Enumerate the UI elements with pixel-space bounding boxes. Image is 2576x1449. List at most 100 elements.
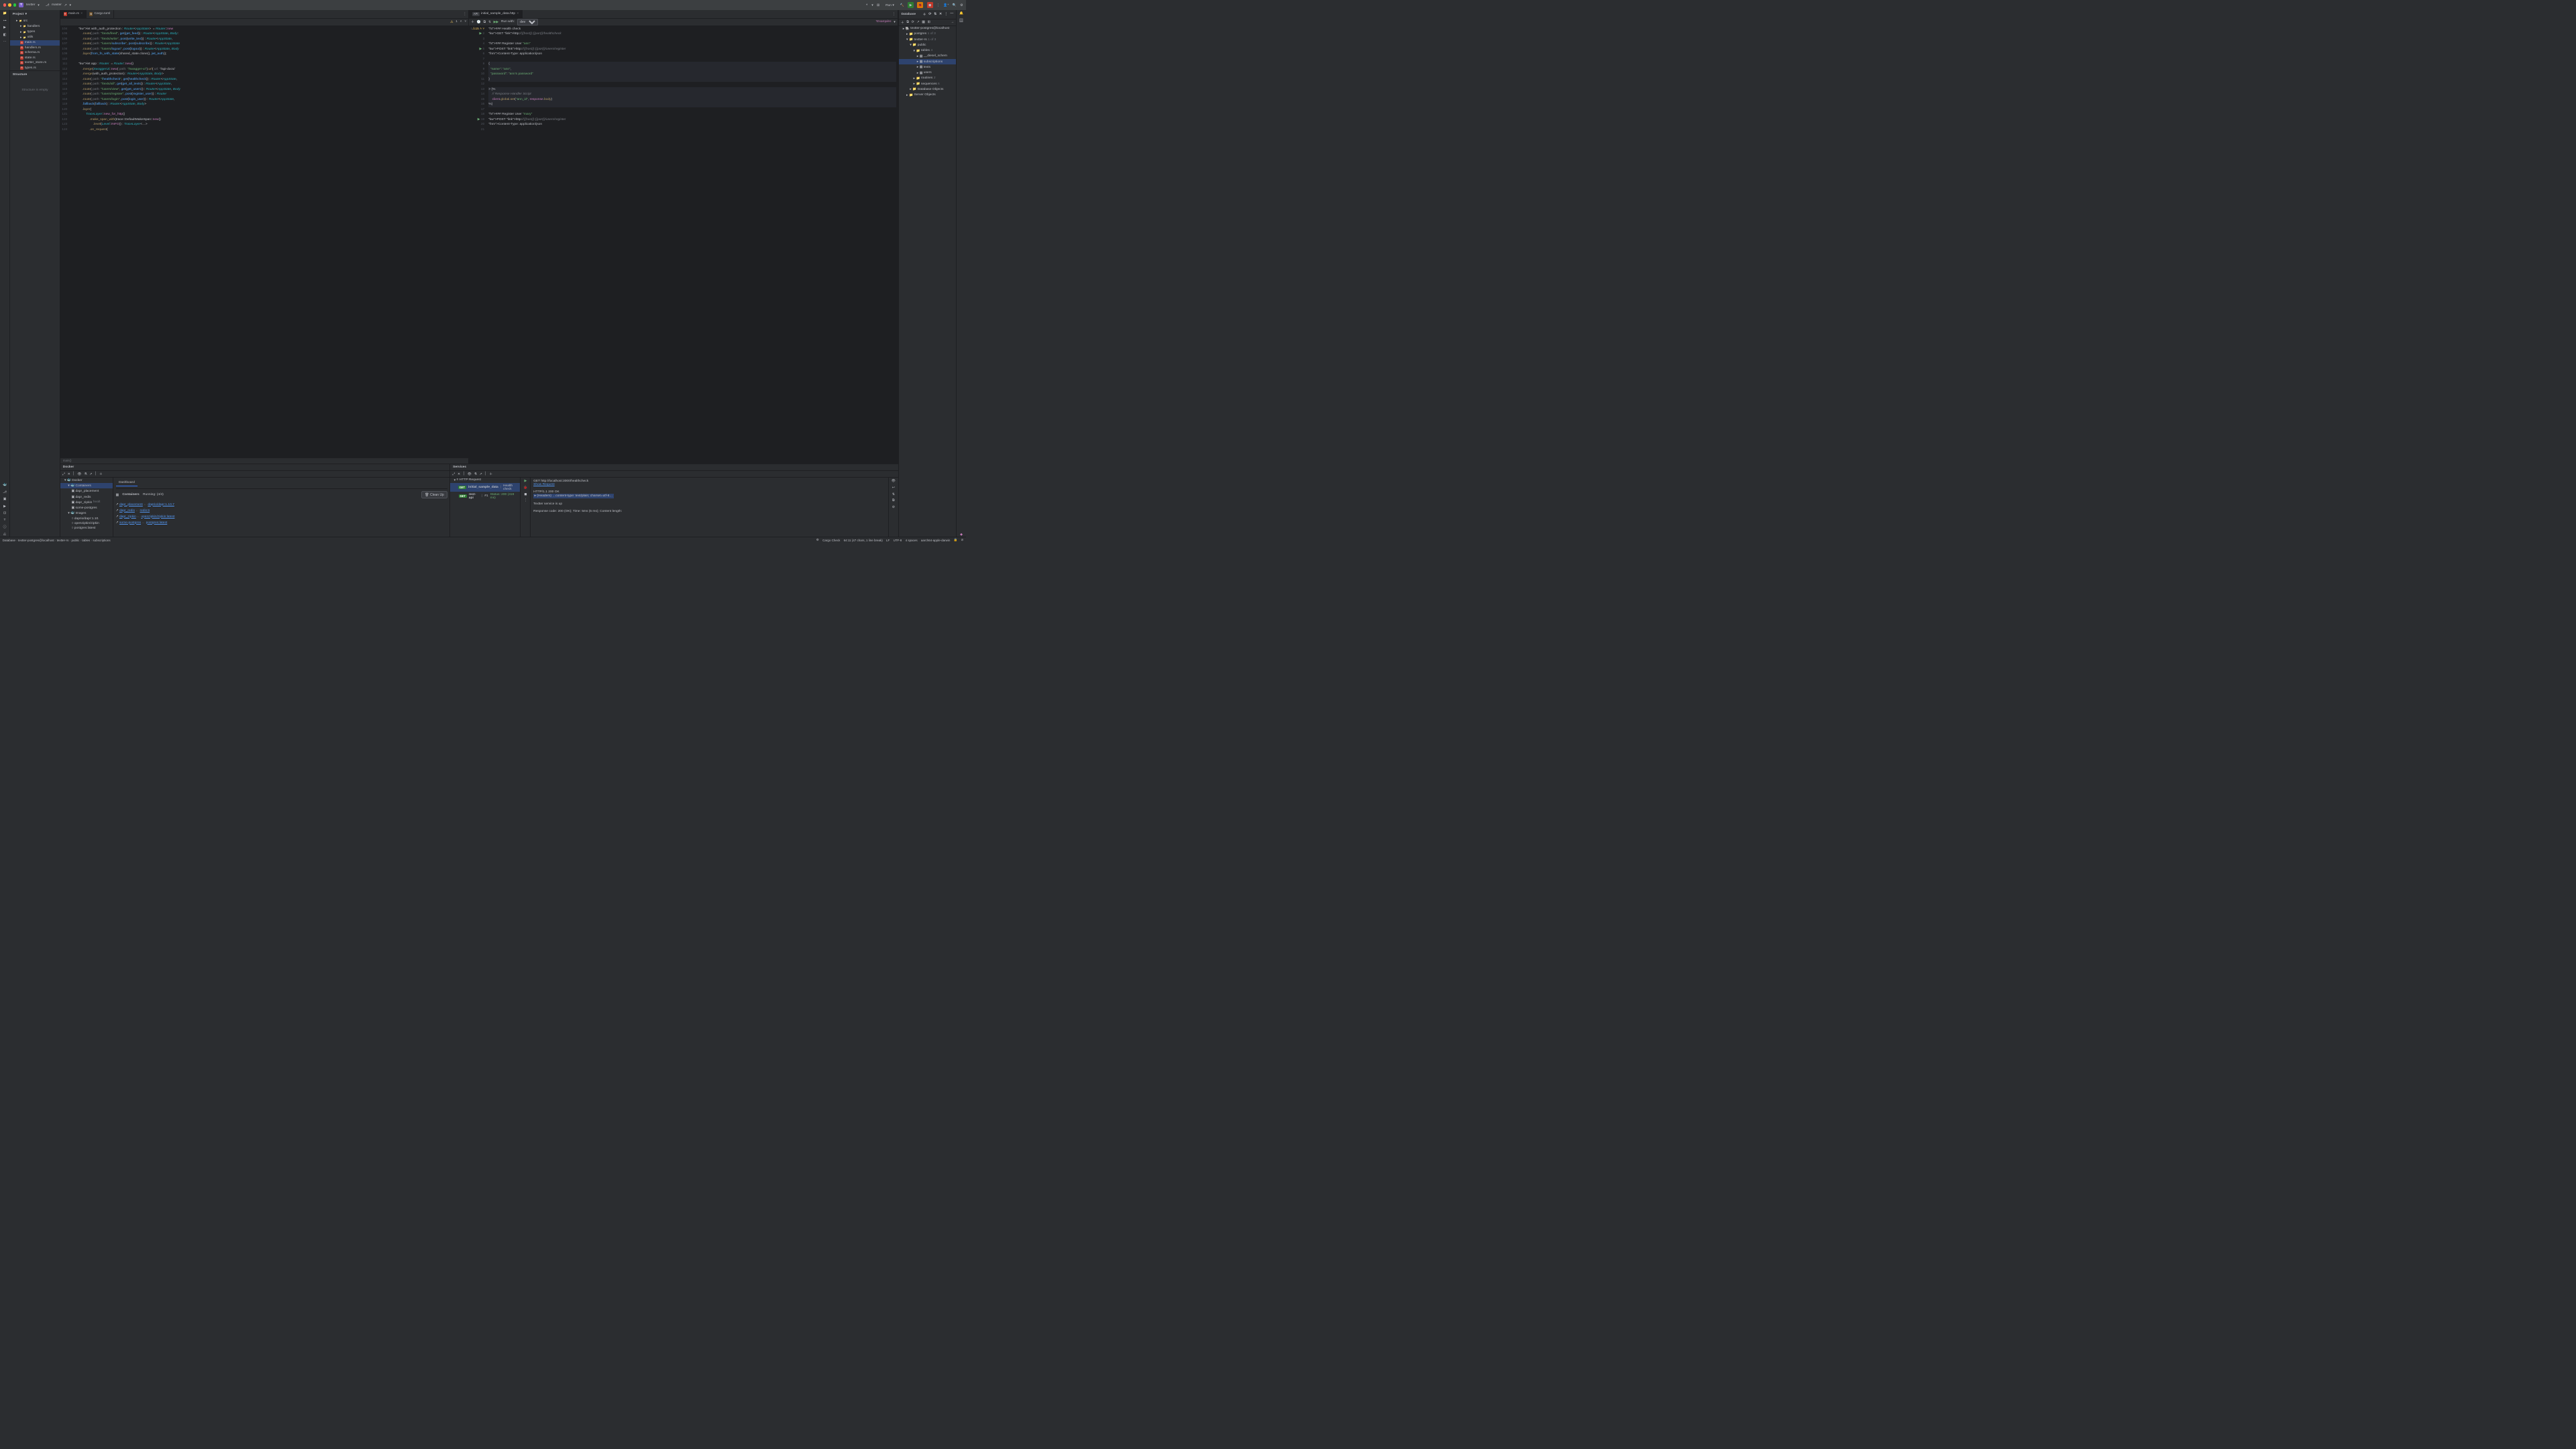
docker-node-dapr_redis[interactable]: ▣ dapr_redis (60, 494, 113, 500)
add-request-icon[interactable]: ＋ (471, 19, 474, 24)
services-tree[interactable]: ▾ ≡ HTTP Request GET initial_sample_data… (450, 478, 521, 537)
clean-up-button[interactable]: 🗑 Clean Up (421, 491, 447, 498)
db-item-textter-postgres@localhost[interactable]: ▸ 🐘 textter-postgres@localhost (899, 26, 956, 32)
project-item-state.rs[interactable]: R state.rs (10, 56, 60, 61)
debug-icon[interactable]: 🐞 (523, 486, 527, 490)
save-icon[interactable]: ⊘ (892, 505, 895, 509)
project-tree[interactable]: ▸ 📁 src▸ 📁 handlers▸ 📁 types▸ 📁 utilsR m… (10, 18, 60, 70)
eye-icon[interactable]: 👁 (468, 472, 472, 476)
caret-position[interactable]: 64:11 (47 chars, 1 line break) (844, 539, 883, 542)
sync-icon[interactable]: ⇅ (934, 12, 936, 17)
settings-icon[interactable]: ⚙ (960, 3, 963, 7)
project-item-handlers[interactable]: ▸ 📁 handlers (10, 23, 60, 29)
project-item-types.rs[interactable]: R types.rs (10, 66, 60, 71)
database-tree[interactable]: ▸ 🐘 textter-postgres@localhost▸ 📁 postgr… (899, 26, 956, 98)
project-tool-icon[interactable]: 📁 (3, 11, 7, 15)
wrap-icon[interactable]: ↩ (892, 486, 895, 490)
close-icon[interactable]: × (80, 12, 83, 15)
db-item-Database Objects[interactable]: ▸ 📁 Database Objects (899, 87, 956, 92)
container-row[interactable]: ↗ some-postgres ← postgres:latest (116, 519, 447, 525)
refresh-icon[interactable]: ⟳ (928, 12, 931, 17)
service-row-initial_sample_data[interactable]: GET initial_sample_data | Health check (450, 483, 520, 492)
vcs-tool-icon[interactable]: ⎌ (3, 533, 6, 537)
copy-icon[interactable]: ⧉ (484, 20, 486, 24)
encoding[interactable]: UTF-8 (894, 539, 902, 542)
external-icon[interactable]: ↗ (480, 472, 482, 476)
commit-tool-icon[interactable]: ⊶ (3, 19, 7, 23)
db-item-sequences[interactable]: ▸ 📁 sequences 6 (899, 81, 956, 87)
db-item-tables[interactable]: ▾ 📁 tables 4 (899, 48, 956, 54)
more-icon[interactable]: ⋮ (945, 12, 948, 17)
docker-node-dapr_zipkin[interactable]: ▣ dapr_zipkin healt (60, 500, 113, 505)
chevron-down-icon[interactable]: ▾ (38, 3, 39, 7)
debug-tool-icon[interactable]: ▶ (3, 504, 6, 508)
info-tool-icon[interactable]: ⓘ (3, 525, 7, 529)
next-icon[interactable]: ˅ (464, 20, 466, 23)
line-ending[interactable]: LF (886, 539, 890, 542)
editor-more-icon[interactable]: ⋮ (461, 10, 468, 18)
branch-name[interactable]: master (52, 3, 62, 7)
docker-node-openzipkin/zipkin[interactable]: ○ openzipkin/zipkin (60, 521, 113, 526)
project-item-schema.rs[interactable]: R schema.rs (10, 50, 60, 56)
jump-icon[interactable]: ↗ (916, 20, 919, 24)
project-item-main.rs[interactable]: R main.rs (10, 40, 60, 46)
docker-tool-icon[interactable]: 🐳 (3, 483, 7, 487)
docker-tree[interactable]: ▾ 🐳 Docker▾ 🐳 Containers ▣ dapr_placemen… (60, 478, 113, 537)
breadcrumb[interactable]: main() (60, 458, 468, 464)
db-item-__diesel_schem[interactable]: ▸ ▦ __diesel_schem (899, 54, 956, 59)
todo-tool-icon[interactable]: T (4, 519, 6, 522)
database-tool-icon[interactable]: 🗄 (959, 19, 963, 23)
notifications-icon[interactable]: 🔔 (959, 11, 963, 15)
view-icon[interactable]: ⊞ (928, 20, 930, 24)
project-item-handlers.rs[interactable]: R handlers.rs (10, 46, 60, 51)
db-item-routines[interactable]: ▸ 📁 routines 2 (899, 76, 956, 81)
expand-icon[interactable]: ⤢ (452, 472, 455, 476)
tab-http-file[interactable]: API initial_sample_data.http × (469, 10, 523, 18)
chevron-down-icon[interactable]: ▾ (69, 3, 70, 7)
show-request-link[interactable]: Show Request (533, 483, 555, 486)
external-icon[interactable]: ↗ (116, 509, 119, 513)
dashboard-tab[interactable]: Dashboard (116, 480, 138, 487)
chevron-down-icon[interactable]: ▾ (25, 12, 26, 16)
code-with-me-icon[interactable]: 👤⁺ (943, 3, 949, 7)
db-item-texts[interactable]: ▸ ▦ texts (899, 64, 956, 70)
external-icon[interactable]: ↗ (116, 515, 119, 519)
db-item-postgres[interactable]: ▸ 📁 postgres 1 of 3 (899, 32, 956, 37)
db-item-users[interactable]: ▸ ▦ users (899, 70, 956, 76)
headers-line[interactable]: (Headers) …content-type: text/plain; cha… (537, 494, 612, 498)
service-row-rest-api[interactable]: GET rest-api | #1 Status: 200 (419 ms) (450, 492, 520, 500)
add-icon[interactable]: ＋ (99, 472, 103, 476)
structure-tool-icon[interactable]: ◧ (3, 33, 7, 37)
expand-icon[interactable]: → (951, 21, 954, 24)
chevron-down-icon[interactable]: ▾ (871, 3, 873, 7)
run-tool-icon[interactable]: ▶ (3, 25, 6, 30)
external-icon[interactable]: ↗ (89, 472, 92, 476)
tab-main-rs[interactable]: R main.rs × (60, 10, 87, 18)
project-item-src[interactable]: ▸ 📁 src (10, 18, 60, 23)
docker-node-postgres:latest[interactable]: ○ postgres:latest (60, 526, 113, 531)
arch[interactable]: aarch64-apple-darwin (921, 539, 951, 542)
stop-icon[interactable]: ✕ (939, 12, 942, 17)
container-row[interactable]: ↗ dapr_placement ← daprio/dapr:1.10.7 (116, 501, 447, 507)
cargo-check[interactable]: Cargo Check (822, 539, 840, 542)
project-item-utils[interactable]: ▸ 📁 utils (10, 35, 60, 40)
code-area[interactable]: "kw">let with_auth_protection : Router<A… (70, 26, 468, 458)
docker-node-dapr_placement[interactable]: ▣ dapr_placement (60, 488, 113, 494)
run-all-icon[interactable]: ▶▶ (494, 20, 498, 24)
project-item-types[interactable]: ▸ 📁 types (10, 30, 60, 35)
run-button[interactable]: ▶ (908, 2, 914, 8)
vcs-branch-icon[interactable]: ⎇ (46, 3, 50, 7)
run-icon[interactable]: ▶ (524, 479, 527, 483)
diff-icon[interactable]: ⇅ (892, 492, 895, 496)
close-icon[interactable]: × (517, 12, 519, 15)
close-icon[interactable]: ✕ (458, 472, 460, 476)
duplicate-icon[interactable]: ⧉ (906, 20, 908, 24)
minimize-window[interactable] (8, 3, 11, 7)
convert-icon[interactable]: ↯ (488, 20, 491, 24)
http-request-node[interactable]: ▾ ≡ HTTP Request (450, 478, 520, 483)
tab-cargo-toml[interactable]: ⚙ Cargo.toml (87, 10, 114, 18)
more-icon[interactable]: ⋮ (936, 3, 940, 7)
filter-icon[interactable]: ⚗ (474, 472, 477, 476)
chevron-down-icon[interactable]: ▾ (894, 20, 895, 24)
db-item-subscriptions[interactable]: ▸ ▦ subscriptions (899, 59, 956, 64)
